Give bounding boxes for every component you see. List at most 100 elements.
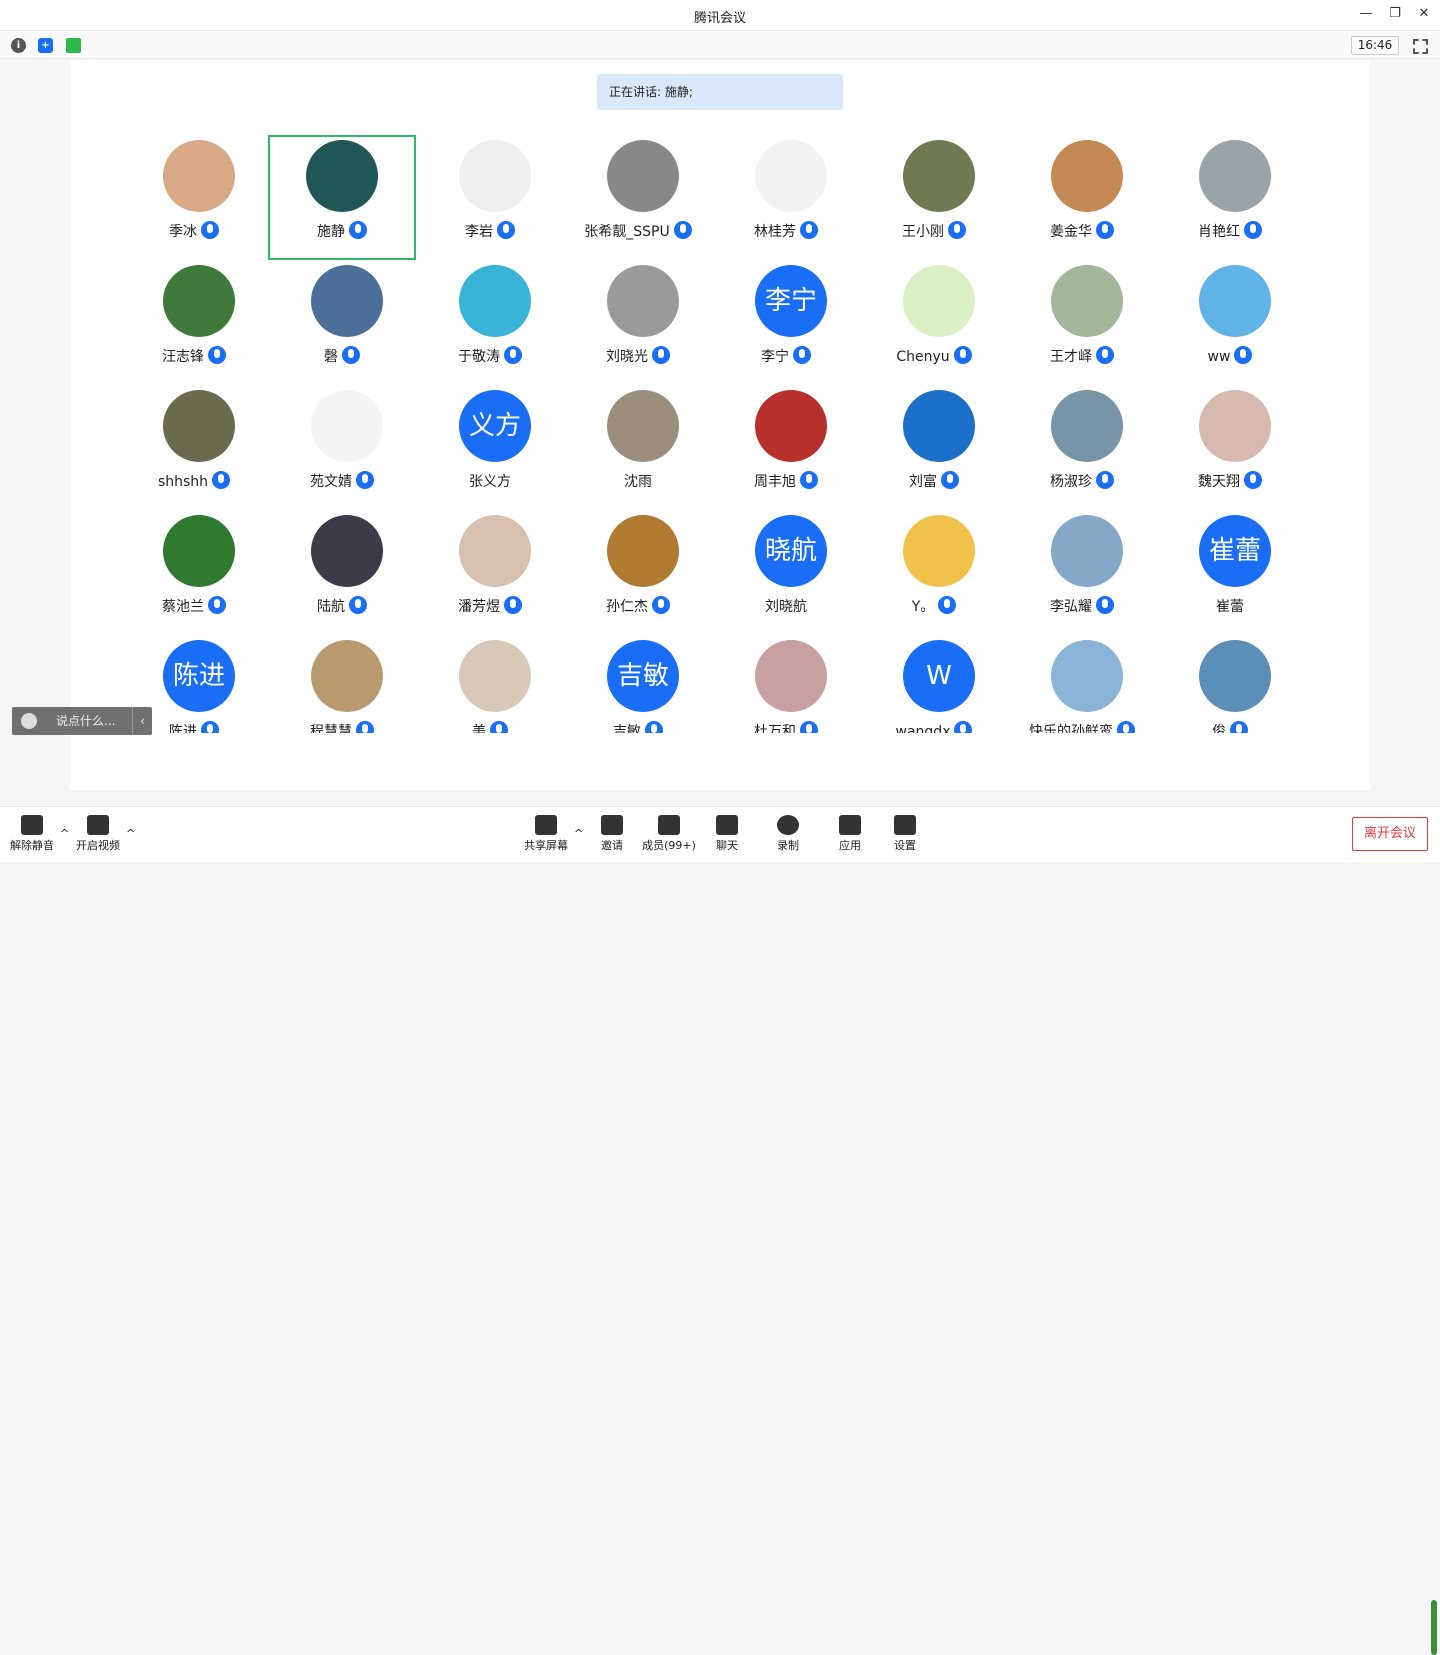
mic-icon: [201, 221, 219, 239]
participant-tile[interactable]: 李宁 李宁: [712, 260, 860, 385]
chat-quick-input[interactable]: 说点什么... ‹: [12, 707, 152, 735]
leave-meeting-button[interactable]: 离开会议: [1352, 817, 1428, 851]
start-video-button[interactable]: 开启视频: [69, 815, 127, 861]
participant-name: 汪志锋: [162, 349, 204, 365]
participant-tile[interactable]: 王小刚: [860, 135, 1008, 260]
share-screen-button[interactable]: 共享屏幕: [517, 815, 575, 861]
participant-name: 蔡池兰: [162, 599, 204, 615]
record-button[interactable]: 录制: [759, 815, 817, 861]
meeting-time: 16:46: [1351, 36, 1399, 55]
participant-tile[interactable]: Wwangdx: [860, 635, 1008, 733]
avatar: [311, 265, 383, 337]
restore-icon[interactable]: ❐: [1386, 6, 1404, 24]
shield-icon[interactable]: +: [38, 38, 53, 53]
participant-tile[interactable]: 潘芳煜: [416, 510, 564, 635]
close-icon[interactable]: ✕: [1415, 6, 1433, 24]
participant-name: 程慧慧: [310, 724, 352, 733]
participant-name: 张希靓_SSPU: [584, 224, 670, 240]
avatar: [163, 140, 235, 212]
share-icon: [535, 815, 557, 835]
participant-tile[interactable]: 李岩: [416, 135, 564, 260]
participant-name: 快乐的孙鲜鸾: [1029, 724, 1113, 733]
members-button[interactable]: 成员(99+): [640, 815, 698, 861]
participant-tile[interactable]: 俊: [1156, 635, 1304, 733]
participant-tile[interactable]: 快乐的孙鲜鸾: [1008, 635, 1156, 733]
scrollbar[interactable]: [1431, 1600, 1437, 1655]
participant-tile[interactable]: 张希靓_SSPU: [564, 135, 712, 260]
participant-tile[interactable]: Y。: [860, 510, 1008, 635]
participant-tile[interactable]: 李弘耀: [1008, 510, 1156, 635]
minimize-icon[interactable]: —: [1357, 6, 1375, 24]
participant-tile[interactable]: 刘晓光: [564, 260, 712, 385]
participant-name-row: 美: [416, 721, 564, 733]
participant-tile[interactable]: 蔡池兰: [120, 510, 268, 635]
mic-icon: [652, 596, 670, 614]
share-options-chevron-icon[interactable]: ^: [574, 827, 583, 840]
participant-tile[interactable]: 沈雨: [564, 385, 712, 510]
participant-name-row: 李宁: [712, 346, 860, 366]
participant-name: ww: [1207, 349, 1231, 365]
participant-tile[interactable]: 陆航: [268, 510, 416, 635]
participant-tile[interactable]: 汪志锋: [120, 260, 268, 385]
record-icon: [777, 815, 799, 835]
unmute-button[interactable]: 解除静音: [3, 815, 61, 861]
participant-tile[interactable]: 林桂芳: [712, 135, 860, 260]
participant-tile[interactable]: 磬: [268, 260, 416, 385]
participant-name: 王小刚: [902, 224, 944, 240]
participant-tile[interactable]: 杨淑珍: [1008, 385, 1156, 510]
participant-name-row: Chenyu: [860, 346, 1008, 365]
participant-name: 刘晓光: [606, 349, 648, 365]
settings-button[interactable]: 设置: [876, 815, 934, 861]
participant-tile[interactable]: 义方 张义方: [416, 385, 564, 510]
participant-name-row: 周丰旭: [712, 471, 860, 491]
mic-icon: [201, 721, 219, 733]
chat-button[interactable]: 聊天: [698, 815, 756, 861]
participant-tile[interactable]: 肖艳红: [1156, 135, 1304, 260]
participant-tile[interactable]: 姜金华: [1008, 135, 1156, 260]
participant-tile[interactable]: ww: [1156, 260, 1304, 385]
participant-tile[interactable]: 孙仁杰: [564, 510, 712, 635]
participant-tile[interactable]: 周丰旭: [712, 385, 860, 510]
participant-tile[interactable]: 魏天翔: [1156, 385, 1304, 510]
participant-tile[interactable]: 王才峄: [1008, 260, 1156, 385]
mic-icon: [356, 471, 374, 489]
avatar: [755, 140, 827, 212]
participant-name: 俊: [1212, 724, 1226, 733]
participant-tile[interactable]: 崔蕾 崔蕾: [1156, 510, 1304, 635]
participant-tile[interactable]: 季冰: [120, 135, 268, 260]
avatar: [903, 140, 975, 212]
participant-name-row: Y。: [860, 596, 1008, 616]
fullscreen-icon[interactable]: [1413, 39, 1428, 54]
mic-icon: [800, 721, 818, 733]
participant-tile[interactable]: 施静: [268, 135, 416, 260]
participant-tile[interactable]: Chenyu: [860, 260, 1008, 385]
participant-name-row: 刘富: [860, 471, 1008, 491]
invite-button[interactable]: 邀请: [583, 815, 641, 861]
signal-icon[interactable]: [66, 38, 81, 53]
participant-tile[interactable]: 苑文婧: [268, 385, 416, 510]
participant-tile[interactable]: 吉敏 吉敏: [564, 635, 712, 733]
participant-tile[interactable]: 晓航 刘晓航: [712, 510, 860, 635]
mic-icon: [1096, 471, 1114, 489]
collapse-chevron-icon[interactable]: ‹: [132, 707, 152, 735]
participant-tile[interactable]: 程慧慧: [268, 635, 416, 733]
participant-tile[interactable]: 刘富: [860, 385, 1008, 510]
video-label: 开启视频: [76, 839, 120, 852]
participant-tile[interactable]: 杜万和: [712, 635, 860, 733]
participant-tile[interactable]: 美: [416, 635, 564, 733]
mic-icon: [208, 596, 226, 614]
share-label: 共享屏幕: [524, 839, 568, 852]
audio-options-chevron-icon[interactable]: ^: [60, 827, 69, 840]
avatar: [1051, 265, 1123, 337]
participant-tile[interactable]: 于敬涛: [416, 260, 564, 385]
emoji-icon[interactable]: [21, 713, 37, 729]
avatar: [459, 515, 531, 587]
info-icon[interactable]: i: [11, 38, 26, 53]
avatar: 晓航: [755, 515, 827, 587]
participant-name-row: 程慧慧: [268, 721, 416, 733]
apps-button[interactable]: 应用: [821, 815, 879, 861]
participant-tile[interactable]: shhshh: [120, 385, 268, 510]
mic-icon: [941, 471, 959, 489]
window-title: 腾讯会议: [693, 11, 746, 26]
video-options-chevron-icon[interactable]: ^: [126, 827, 135, 840]
